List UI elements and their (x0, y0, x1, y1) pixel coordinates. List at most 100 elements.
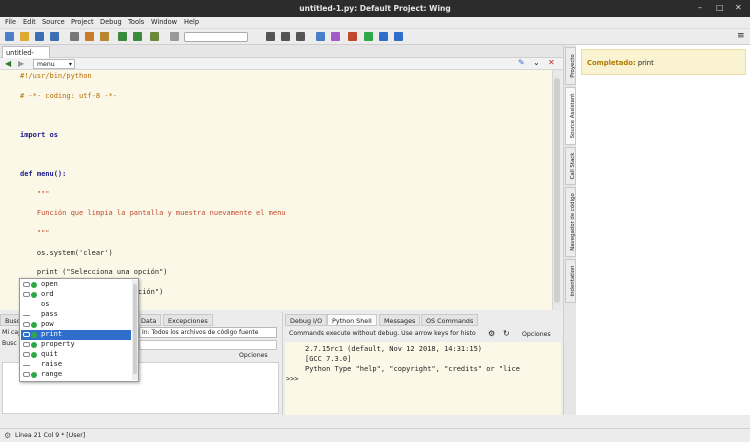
completion-item[interactable]: os (21, 300, 131, 310)
shell-options-button[interactable]: Opciones (522, 331, 551, 338)
completion-label: quit (41, 350, 58, 358)
find-prev-icon[interactable] (281, 32, 290, 41)
builtin-icon (31, 372, 37, 378)
menu-source[interactable]: Source (42, 18, 65, 26)
completion-item[interactable]: quit (21, 350, 131, 360)
close-window-button[interactable]: ✕ (735, 3, 742, 12)
tab-proyecto[interactable]: Proyecto (565, 47, 576, 85)
search-scope-value: In: Todos los archivos de código fuente (142, 329, 259, 336)
completion-item[interactable]: property (21, 340, 131, 350)
buscar-label: Busc (2, 340, 17, 347)
maximize-button[interactable]: □ (716, 3, 724, 12)
toolbar: ≡ (0, 29, 750, 45)
completion-label: Completado: (587, 59, 636, 67)
search-icon[interactable] (170, 32, 179, 41)
completion-item[interactable]: ord (21, 290, 131, 300)
close-tab-icon[interactable]: ✕ (548, 58, 555, 67)
tab-navegador-codigo[interactable]: Navegador de código (565, 187, 576, 257)
tab-data[interactable]: Data (136, 314, 162, 326)
stop-icon[interactable] (348, 32, 357, 41)
indent-icon[interactable] (150, 32, 159, 41)
run-icon[interactable] (364, 32, 373, 41)
tab-messages[interactable]: Messages (379, 314, 421, 326)
hamburger-menu-icon[interactable]: ≡ (737, 31, 745, 41)
search-label: Mi caj (2, 329, 20, 336)
popup-scrollbar[interactable] (132, 280, 138, 380)
replace-icon[interactable] (296, 32, 305, 41)
undo-icon[interactable] (118, 32, 127, 41)
menu-tools[interactable]: Tools (128, 18, 144, 26)
completion-item[interactable]: pass (21, 310, 131, 320)
completion-label: pass (41, 310, 58, 318)
search-scope-select[interactable]: In: Todos los archivos de código fuente (139, 327, 277, 338)
new-file-icon[interactable] (5, 32, 14, 41)
builtin-icon (31, 332, 37, 338)
editor-scrollbar[interactable] (552, 70, 561, 310)
shell-output[interactable]: 2.7.15rc1 (default, Nov 12 2018, 14:31:1… (285, 342, 561, 415)
completion-item[interactable]: raise (21, 360, 131, 370)
pin-icon[interactable]: ✎ (518, 58, 525, 67)
scrollbar-thumb[interactable] (554, 78, 560, 303)
menu-file[interactable]: File (5, 18, 16, 26)
tab-untitled-1[interactable]: untitled-1.py (2, 46, 50, 65)
shell-options-icon[interactable]: ⚙ (488, 329, 495, 338)
menu-edit[interactable]: Edit (23, 18, 36, 26)
tab-indentation[interactable]: Indentation (565, 259, 576, 303)
tab-os-commands[interactable]: OS Commands (421, 314, 479, 326)
menu-project[interactable]: Project (71, 18, 94, 26)
back-arrow-icon[interactable]: ◀ (5, 59, 11, 68)
chevron-down-icon: ▾ (68, 61, 72, 68)
completion-item[interactable]: pow (21, 320, 131, 330)
menu-window[interactable]: Window (151, 18, 177, 26)
completion-item[interactable]: range (21, 370, 131, 380)
copy-icon[interactable] (85, 32, 94, 41)
cursor-position: Línea 21 Col 9 * [User] (15, 432, 86, 439)
restart-shell-icon[interactable]: ↻ (503, 329, 510, 338)
options-button[interactable]: Opciones (239, 352, 268, 359)
autocomplete-popup[interactable]: open ord os pass pow print property quit… (19, 278, 139, 382)
code-line: Función que limpia la pantalla y muestra… (20, 209, 286, 217)
save-icon[interactable] (35, 32, 44, 41)
save-all-icon[interactable] (50, 32, 59, 41)
breakpoint-icon[interactable] (331, 32, 340, 41)
completion-item[interactable]: open (21, 280, 131, 290)
tab-excepciones[interactable]: Excepciones (163, 314, 213, 326)
minimize-button[interactable]: – (698, 3, 702, 12)
side-tab-strip: Proyecto Source Assistant Call Stack Nav… (563, 45, 576, 415)
open-file-icon[interactable] (20, 32, 29, 41)
builtin-icon (31, 322, 37, 328)
search-field[interactable] (139, 340, 277, 350)
tab-debug-io[interactable]: Debug I/O (285, 314, 328, 326)
shell-line: 2.7.15rc1 (default, Nov 12 2018, 14:31:1… (305, 345, 483, 353)
editor-tab-bar: untitled-1.py (0, 45, 563, 65)
step-over-icon[interactable] (379, 32, 388, 41)
menu-help[interactable]: Help (184, 18, 199, 26)
code-line: """ (20, 190, 50, 198)
window-title: untitled-1.py: Default Project: Wing (299, 4, 451, 13)
find-next-icon[interactable] (266, 32, 275, 41)
code-line: # -*- coding: utf-8 -*- (20, 92, 117, 100)
menu-debug[interactable]: Debug (100, 18, 122, 26)
tab-python-shell[interactable]: Python Shell (327, 314, 377, 326)
debug-config-icon[interactable] (316, 32, 325, 41)
completion-label: ord (41, 290, 54, 298)
source-assistant-panel: Completado: print (576, 45, 750, 415)
completion-item-selected[interactable]: print (21, 330, 131, 340)
popup-scrollbar-thumb[interactable] (133, 284, 137, 374)
editor-options-icon[interactable]: ⌄ (533, 58, 540, 67)
search-input[interactable] (184, 32, 248, 42)
redo-icon[interactable] (133, 32, 142, 41)
code-editor[interactable]: #!/usr/bin/python # -*- coding: utf-8 -*… (0, 70, 552, 310)
scope-selector[interactable]: menu ▾ (33, 59, 75, 69)
paste-icon[interactable] (100, 32, 109, 41)
forward-arrow-icon[interactable]: ▶ (18, 59, 24, 68)
builtin-icon (31, 352, 37, 358)
keyword-icon (23, 315, 30, 316)
step-into-icon[interactable] (394, 32, 403, 41)
code-line: print ("Selecciona una opción") (20, 268, 168, 276)
cut-icon[interactable] (70, 32, 79, 41)
tab-call-stack[interactable]: Call Stack (565, 147, 576, 185)
symbol-icon (23, 292, 30, 297)
completion-label: raise (41, 360, 63, 368)
shell-panel: Debug I/O Python Shell Messages OS Comma… (282, 312, 563, 415)
